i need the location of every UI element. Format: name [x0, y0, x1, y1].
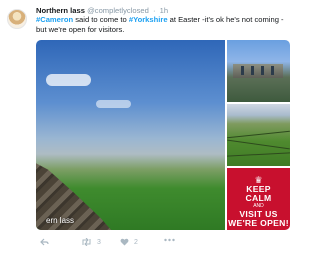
dam-arch — [251, 66, 254, 75]
cloud — [96, 100, 131, 108]
like-button[interactable]: 2 — [120, 238, 138, 246]
header-separator: · — [152, 6, 156, 15]
dam-arch — [261, 66, 264, 75]
main-photo[interactable]: ern lass — [36, 40, 225, 230]
hashtag-yorkshire[interactable]: #Yorkshire — [129, 15, 168, 24]
tweet-actions: 3 2 — [36, 238, 256, 250]
fields-photo[interactable] — [227, 104, 290, 166]
avatar[interactable] — [7, 9, 27, 29]
poster-line-calm: CALM — [245, 193, 272, 203]
tweet-text: #Cameron said to come to #Yorkshire at E… — [36, 15, 294, 35]
media-grid: ern lass ♛ KEEP CALM AND VISIT US WE'RE … — [36, 40, 290, 230]
more-icon — [164, 238, 175, 242]
author-handle[interactable]: @completlyclosed — [87, 6, 149, 15]
dam-arch — [241, 66, 244, 75]
field-wall — [227, 130, 290, 139]
reply-button[interactable] — [40, 238, 49, 246]
retweet-count: 3 — [97, 238, 101, 246]
reservoir-photo[interactable] — [227, 40, 290, 102]
tweet-time[interactable]: 1h — [160, 6, 168, 15]
cloud — [46, 74, 91, 86]
tweet-text-part1: said to come to — [73, 15, 129, 24]
field-wall — [227, 152, 290, 157]
photo-watermark: ern lass — [46, 216, 75, 225]
tweet: Northern lass @completlyclosed · 1h #Cam… — [0, 0, 300, 253]
retweet-icon — [82, 238, 91, 246]
keep-calm-poster[interactable]: ♛ KEEP CALM AND VISIT US WE'RE OPEN! — [227, 168, 290, 230]
hashtag-cameron[interactable]: #Cameron — [36, 15, 73, 24]
poster-text: ♛ KEEP CALM AND VISIT US WE'RE OPEN! — [227, 176, 290, 228]
retweet-button[interactable]: 3 — [81, 238, 101, 246]
author-name[interactable]: Northern lass — [36, 6, 85, 15]
poster-line-open: WE'RE OPEN! — [228, 218, 289, 228]
heart-icon — [120, 238, 129, 246]
reply-icon — [40, 238, 49, 246]
dam-arch — [271, 66, 274, 75]
field-wall — [227, 139, 290, 150]
more-button[interactable] — [164, 238, 175, 242]
like-count: 2 — [134, 238, 138, 246]
